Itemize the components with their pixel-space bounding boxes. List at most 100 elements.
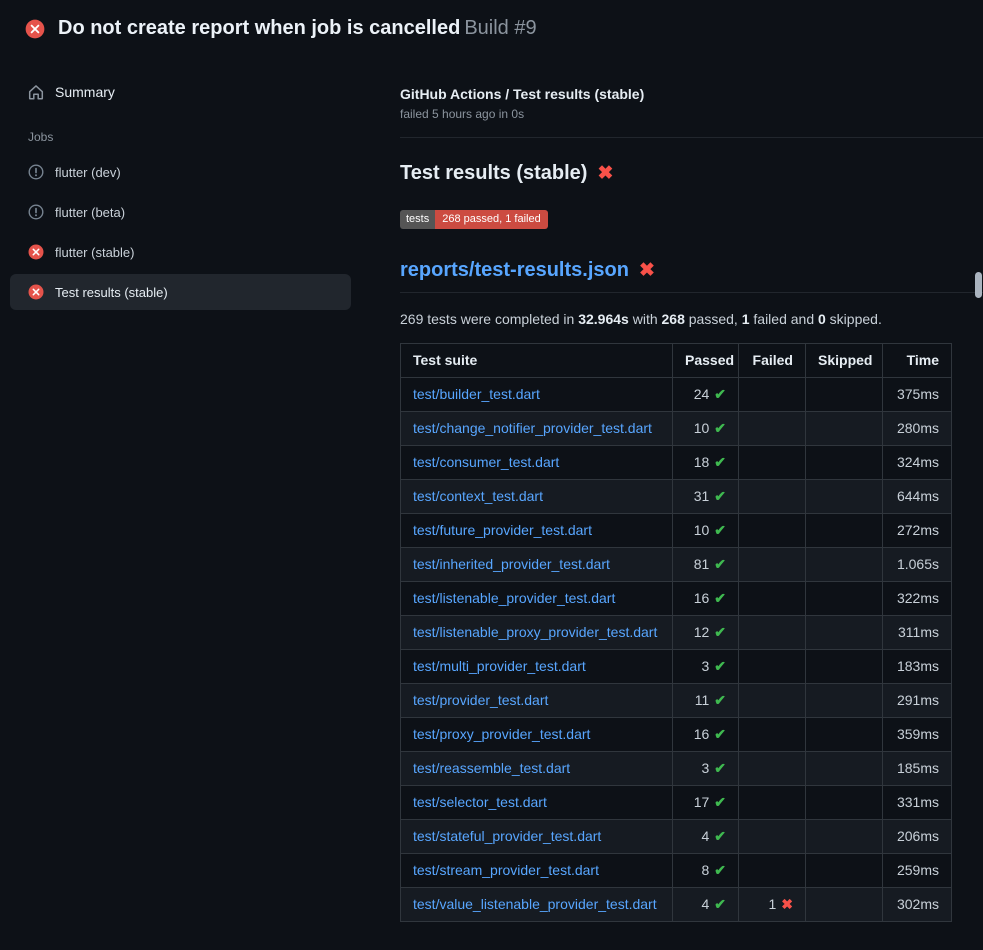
table-row: test/context_test.dart 31✔ 644ms [401,480,952,514]
failed-cell [739,412,806,446]
x-icon: ✖ [781,896,793,912]
table-row: test/listenable_proxy_provider_test.dart… [401,616,952,650]
suite-link[interactable]: test/builder_test.dart [413,386,540,402]
suite-link[interactable]: test/proxy_provider_test.dart [413,726,590,742]
passed-cell: 10✔ [673,514,739,548]
skipped-cell [806,514,883,548]
time-cell: 359ms [883,718,952,752]
badge-label: tests [400,210,435,229]
scrollbar-thumb[interactable] [975,272,982,298]
time-cell: 324ms [883,446,952,480]
failed-cell [739,446,806,480]
summary-skipped-count: 0 [818,311,826,327]
suite-link[interactable]: test/inherited_provider_test.dart [413,556,610,572]
sidebar-job-item[interactable]: flutter (stable) [10,234,351,270]
failed-cell [739,854,806,888]
alert-circle-icon [28,164,44,180]
page-title: Do not create report when job is cancell… [58,17,537,40]
failed-cell [739,752,806,786]
failed-cell [739,718,806,752]
skipped-cell [806,616,883,650]
results-table-body: test/builder_test.dart 24✔ 375ms test/ch… [401,378,952,922]
sidebar-job-item[interactable]: Test results (stable) [10,274,351,310]
check-icon: ✔ [714,726,726,742]
table-row: test/provider_test.dart 11✔ 291ms [401,684,952,718]
suite-link[interactable]: test/change_notifier_provider_test.dart [413,420,652,436]
column-header-skipped: Skipped [806,344,883,378]
suite-link[interactable]: test/context_test.dart [413,488,543,504]
passed-cell: 18✔ [673,446,739,480]
suite-link[interactable]: test/listenable_provider_test.dart [413,590,615,606]
failed-x-icon: ✖ [639,261,655,280]
run-meta: failed 5 hours ago in 0s [400,107,983,121]
badge-value: 268 passed, 1 failed [435,210,547,229]
page-header: Do not create report when job is cancell… [25,17,537,40]
time-cell: 259ms [883,854,952,888]
passed-cell: 12✔ [673,616,739,650]
suite-link[interactable]: test/future_provider_test.dart [413,522,592,538]
time-cell: 272ms [883,514,952,548]
failed-cell [739,378,806,412]
summary-text: failed and [750,311,819,327]
column-header-test-suite: Test suite [401,344,673,378]
suite-link[interactable]: test/consumer_test.dart [413,454,559,470]
table-row: test/change_notifier_provider_test.dart … [401,412,952,446]
suite-link[interactable]: test/stream_provider_test.dart [413,862,599,878]
passed-cell: 16✔ [673,718,739,752]
suite-link[interactable]: test/listenable_proxy_provider_test.dart [413,624,657,640]
sidebar: Summary Jobs flutter (dev) flutter (beta… [10,74,351,314]
summary-line: 269 tests were completed in 32.964s with… [400,311,983,327]
report-link[interactable]: reports/test-results.json [400,259,629,282]
passed-cell: 11✔ [673,684,739,718]
suite-link[interactable]: test/selector_test.dart [413,794,547,810]
jobs-section-label: Jobs [10,130,351,144]
suite-link[interactable]: test/stateful_provider_test.dart [413,828,601,844]
time-cell: 331ms [883,786,952,820]
badge-row: tests 268 passed, 1 failed [400,209,983,229]
time-cell: 375ms [883,378,952,412]
passed-cell: 3✔ [673,752,739,786]
check-icon: ✔ [714,488,726,504]
table-row: test/builder_test.dart 24✔ 375ms [401,378,952,412]
passed-cell: 81✔ [673,548,739,582]
sidebar-item-summary[interactable]: Summary [10,74,351,110]
job-label: flutter (beta) [55,205,125,220]
suite-link[interactable]: test/multi_provider_test.dart [413,658,586,674]
table-row: test/stateful_provider_test.dart 4✔ 206m… [401,820,952,854]
time-cell: 206ms [883,820,952,854]
skipped-cell [806,650,883,684]
check-icon: ✔ [714,556,726,572]
passed-cell: 17✔ [673,786,739,820]
time-cell: 644ms [883,480,952,514]
skipped-cell [806,820,883,854]
sidebar-job-item[interactable]: flutter (dev) [10,154,351,190]
summary-label: Summary [55,84,115,100]
suite-link[interactable]: test/reassemble_test.dart [413,760,570,776]
failed-x-icon: ✖ [597,164,613,183]
x-circle-icon [28,244,44,260]
suite-link[interactable]: test/value_listenable_provider_test.dart [413,896,657,912]
failed-cell [739,820,806,854]
check-icon: ✔ [714,760,726,776]
table-row: test/value_listenable_provider_test.dart… [401,888,952,922]
failed-cell [739,514,806,548]
build-number: Build #9 [464,17,536,39]
skipped-cell [806,412,883,446]
check-icon: ✔ [714,420,726,436]
skipped-cell [806,718,883,752]
table-row: test/selector_test.dart 17✔ 331ms [401,786,952,820]
passed-cell: 8✔ [673,854,739,888]
x-circle-icon [25,19,45,39]
failed-cell [739,650,806,684]
skipped-cell [806,480,883,514]
time-cell: 1.065s [883,548,952,582]
sidebar-job-item[interactable]: flutter (beta) [10,194,351,230]
report-heading: reports/test-results.json ✖ [400,259,983,293]
column-header-time: Time [883,344,952,378]
suite-link[interactable]: test/provider_test.dart [413,692,548,708]
job-label: flutter (stable) [55,245,134,260]
tests-badge: tests 268 passed, 1 failed [400,210,548,229]
time-cell: 280ms [883,412,952,446]
passed-cell: 10✔ [673,412,739,446]
skipped-cell [806,752,883,786]
